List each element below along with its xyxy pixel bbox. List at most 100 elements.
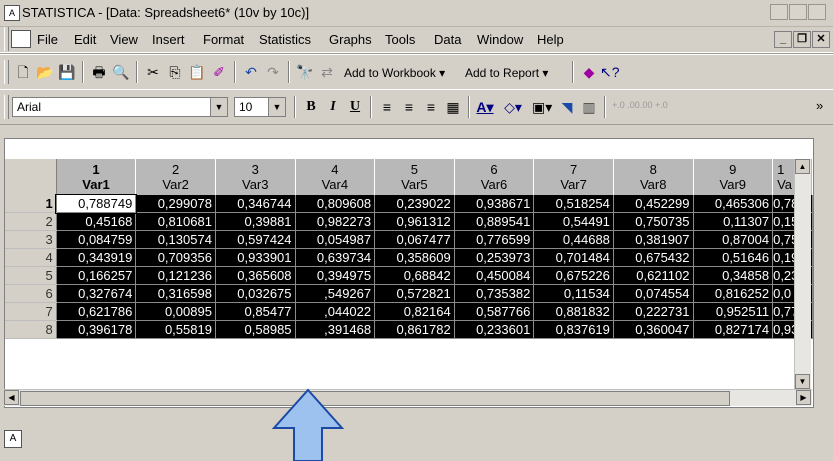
table-cell[interactable]: 0,87004 <box>693 230 774 249</box>
save-icon[interactable]: 💾 <box>58 63 76 81</box>
row-header[interactable]: 8 <box>5 320 57 339</box>
align-right-icon[interactable]: ≡ <box>422 98 440 116</box>
table-cell[interactable]: 0,299078 <box>135 195 216 213</box>
cut-icon[interactable]: ✂ <box>144 63 162 81</box>
table-cell[interactable]: 0,45168 <box>56 212 137 231</box>
table-cell[interactable]: 0,34858 <box>693 266 774 285</box>
column-header[interactable]: 3 Var3 <box>215 159 296 195</box>
font-size-select[interactable]: 10 ▼ <box>234 97 286 117</box>
menu-format[interactable]: Format <box>203 32 244 47</box>
chevron-down-icon[interactable]: ▼ <box>210 98 227 116</box>
minimize-button[interactable] <box>770 4 788 20</box>
table-cell[interactable]: 0,952511 <box>693 302 774 321</box>
find-icon[interactable]: 🔭 <box>296 63 314 81</box>
row-header[interactable]: 2 <box>5 212 57 231</box>
help-pointer-icon[interactable]: ↖? <box>600 63 620 81</box>
table-cell[interactable]: 0,327674 <box>56 284 137 303</box>
underline-button[interactable]: U <box>346 98 364 116</box>
table-cell[interactable]: 0,11307 <box>693 212 774 231</box>
table-cell[interactable]: 0,621786 <box>56 302 137 321</box>
menu-help[interactable]: Help <box>537 32 564 47</box>
table-cell[interactable]: 0,381907 <box>613 230 694 249</box>
table-cell[interactable]: 0,365608 <box>215 266 296 285</box>
table-cell[interactable]: 0,938671 <box>454 195 535 213</box>
row-header[interactable]: 5 <box>5 266 57 285</box>
cell-edit-row[interactable] <box>5 139 813 160</box>
table-cell[interactable]: 0,343919 <box>56 248 137 267</box>
table-cell[interactable]: 0,639734 <box>295 248 376 267</box>
table-cell[interactable]: 0,881832 <box>533 302 614 321</box>
decrease-decimal-button[interactable]: .00 +.0 <box>640 100 668 110</box>
table-cell[interactable]: 0,44688 <box>533 230 614 249</box>
spreadsheet-doc-icon[interactable] <box>11 30 31 48</box>
close-button[interactable] <box>808 4 826 20</box>
toolbar-grip[interactable] <box>4 60 9 84</box>
table-cell[interactable]: 0,933901 <box>215 248 296 267</box>
table-cell[interactable]: 0,809608 <box>295 195 376 213</box>
table-cell[interactable]: 0,166257 <box>56 266 137 285</box>
open-folder-icon[interactable]: 📂 <box>36 63 54 81</box>
column-header[interactable]: 4 Var4 <box>295 159 376 195</box>
graph-window-icon[interactable]: A <box>4 430 22 448</box>
mdi-restore-button[interactable]: ❐ <box>793 31 811 48</box>
marking-icon[interactable]: ◥ <box>558 98 576 116</box>
table-cell[interactable]: 0,982273 <box>295 212 376 231</box>
table-cell[interactable]: 0,396178 <box>56 320 137 339</box>
grid-corner[interactable] <box>5 159 57 195</box>
maximize-button[interactable] <box>789 4 807 20</box>
format-painter-icon[interactable]: ✐ <box>210 63 228 81</box>
column-header[interactable]: 7 Var7 <box>533 159 614 195</box>
table-cell[interactable]: 0,701484 <box>533 248 614 267</box>
table-cell[interactable]: 0,360047 <box>613 320 694 339</box>
table-cell[interactable]: 0,51646 <box>693 248 774 267</box>
table-cell[interactable]: 0,233601 <box>454 320 535 339</box>
table-cell[interactable]: 0,39881 <box>215 212 296 231</box>
redo-icon[interactable]: ↷ <box>264 63 282 81</box>
table-cell[interactable]: 0,621102 <box>613 266 694 285</box>
row-header[interactable]: 3 <box>5 230 57 249</box>
table-cell[interactable]: 0,054987 <box>295 230 376 249</box>
fill-color-icon[interactable]: ◇▾ <box>504 98 522 116</box>
table-cell[interactable]: 0,316598 <box>135 284 216 303</box>
column-header[interactable]: 5 Var5 <box>374 159 455 195</box>
scroll-down-icon[interactable]: ▼ <box>795 374 810 389</box>
table-cell[interactable]: ,391468 <box>295 320 376 339</box>
table-cell[interactable]: 0,861782 <box>374 320 455 339</box>
scroll-right-icon[interactable]: ▶ <box>796 390 811 405</box>
menu-statistics[interactable]: Statistics <box>259 32 311 47</box>
column-header[interactable]: 1 Var1 <box>56 159 137 195</box>
column-header[interactable]: 6 Var6 <box>454 159 535 195</box>
table-cell[interactable]: 0,788749 <box>55 194 137 214</box>
vertical-scrollbar[interactable]: ▲ ▼ <box>794 159 811 389</box>
table-cell[interactable]: 0,735382 <box>454 284 535 303</box>
table-cell[interactable]: 0,032675 <box>215 284 296 303</box>
table-cell[interactable]: 0,239022 <box>374 195 455 213</box>
table-cell[interactable]: 0,810681 <box>135 212 216 231</box>
table-cell[interactable]: 0,675226 <box>533 266 614 285</box>
column-header[interactable]: 2 Var2 <box>135 159 216 195</box>
menu-insert[interactable]: Insert <box>152 32 185 47</box>
add-to-report-button[interactable]: Add to Report ▾ <box>465 66 548 80</box>
table-cell[interactable]: 0,750735 <box>613 212 694 231</box>
print-icon[interactable]: 🖶 <box>90 63 108 81</box>
table-cell[interactable]: 0,358609 <box>374 248 455 267</box>
table-cell[interactable]: 0,675432 <box>613 248 694 267</box>
table-cell[interactable]: 0,816252 <box>693 284 774 303</box>
table-cell[interactable]: 0,961312 <box>374 212 455 231</box>
table-cell[interactable]: ,549267 <box>295 284 376 303</box>
mdi-minimize-button[interactable]: _ <box>774 31 792 48</box>
table-cell[interactable]: 0,452299 <box>613 195 694 213</box>
row-header[interactable]: 6 <box>5 284 57 303</box>
row-header[interactable]: 1 <box>5 195 57 213</box>
font-select[interactable]: Arial ▼ <box>12 97 228 117</box>
menu-data[interactable]: Data <box>434 32 461 47</box>
table-cell[interactable]: 0,394975 <box>295 266 376 285</box>
table-cell[interactable]: 0,85477 <box>215 302 296 321</box>
chevron-down-icon[interactable]: ▼ <box>268 98 285 116</box>
table-cell[interactable]: 0,572821 <box>374 284 455 303</box>
replace-icon[interactable]: ⇄ <box>318 63 336 81</box>
table-cell[interactable]: 0,450084 <box>454 266 535 285</box>
table-cell[interactable]: 0,597424 <box>215 230 296 249</box>
menu-edit[interactable]: Edit <box>74 32 96 47</box>
column-header[interactable]: 9 Var9 <box>693 159 774 195</box>
